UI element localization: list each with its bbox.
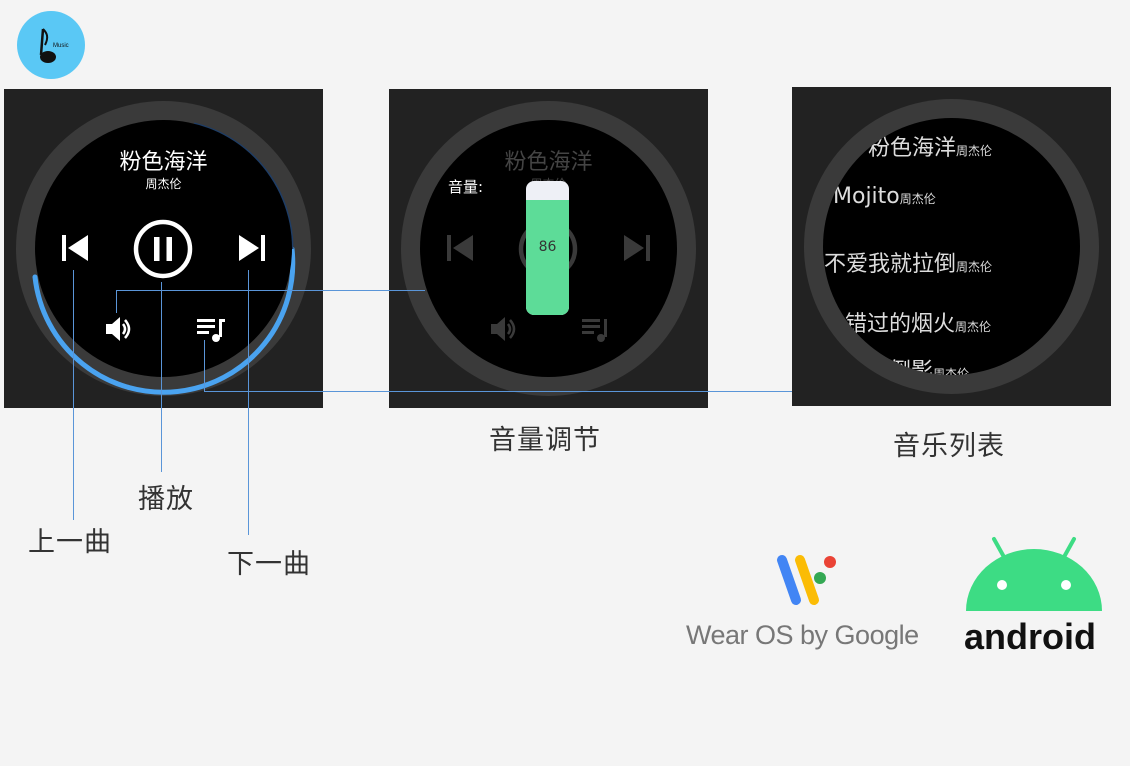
connector-prev xyxy=(73,270,74,520)
wearos-text: Wear OS by Google xyxy=(686,620,919,650)
android-logo: android xyxy=(962,535,1107,660)
player-screen: 粉色海洋 周杰伦 xyxy=(4,89,323,408)
volume-slider[interactable]: 86 xyxy=(526,181,569,315)
caption-next: 下一曲 xyxy=(227,549,311,580)
song-title: 粉色海洋 xyxy=(119,150,208,175)
caption-playlist: 音乐列表 xyxy=(893,431,1005,462)
volume-fill xyxy=(526,199,569,315)
skip-previous-icon[interactable] xyxy=(59,232,91,264)
app-icon: Music xyxy=(17,11,85,79)
playlist-icon[interactable] xyxy=(195,313,227,345)
volume-label: 音量: xyxy=(448,178,484,196)
list-item[interactable]: 不爱我就拉倒周杰伦 xyxy=(824,246,992,278)
connector-list-v xyxy=(204,340,205,392)
volume-value: 86 xyxy=(538,239,557,255)
caption-prev: 上一曲 xyxy=(28,527,112,558)
list-item[interactable]: 粉色海洋周杰伦 xyxy=(868,130,992,162)
list-item[interactable]: 错过的烟火周杰伦 xyxy=(845,306,991,338)
skip-previous-icon xyxy=(447,235,473,261)
volume-icon[interactable] xyxy=(103,313,135,345)
connector-list-h xyxy=(204,391,792,392)
volume-screen: 粉色海洋 周杰伦 音量: 86 xyxy=(389,89,708,408)
song-title-dimmed: 粉色海洋 xyxy=(504,150,593,175)
android-text: android xyxy=(964,616,1096,657)
artist-name: 周杰伦 xyxy=(145,177,182,191)
list-item[interactable]: 倒影周杰伦 xyxy=(889,353,969,375)
skip-next-icon[interactable] xyxy=(236,232,268,264)
volume-icon xyxy=(491,317,516,341)
music-note-icon: Music xyxy=(39,28,69,63)
wearos-icon xyxy=(777,555,836,605)
playlist-screen: 粉色海洋周杰伦 Mojito周杰伦 不爱我就拉倒周杰伦 错过的烟火周杰伦 倒影周… xyxy=(792,87,1111,406)
list-item[interactable]: Mojito周杰伦 xyxy=(833,184,936,209)
playlist-icon xyxy=(582,319,607,342)
pause-button[interactable] xyxy=(133,219,193,279)
connector-next xyxy=(248,270,249,535)
skip-next-icon xyxy=(624,235,650,261)
svg-text:Music: Music xyxy=(53,43,69,49)
song-list[interactable]: 粉色海洋周杰伦 Mojito周杰伦 不爱我就拉倒周杰伦 错过的烟火周杰伦 倒影周… xyxy=(823,118,1080,375)
connector-volume-h xyxy=(116,290,425,291)
caption-volume: 音量调节 xyxy=(489,425,601,456)
wearos-logo: Wear OS by Google xyxy=(686,552,926,662)
connector-volume-v xyxy=(116,290,117,313)
android-robot-icon xyxy=(966,537,1102,611)
caption-play: 播放 xyxy=(138,484,194,515)
connector-play xyxy=(161,282,162,472)
